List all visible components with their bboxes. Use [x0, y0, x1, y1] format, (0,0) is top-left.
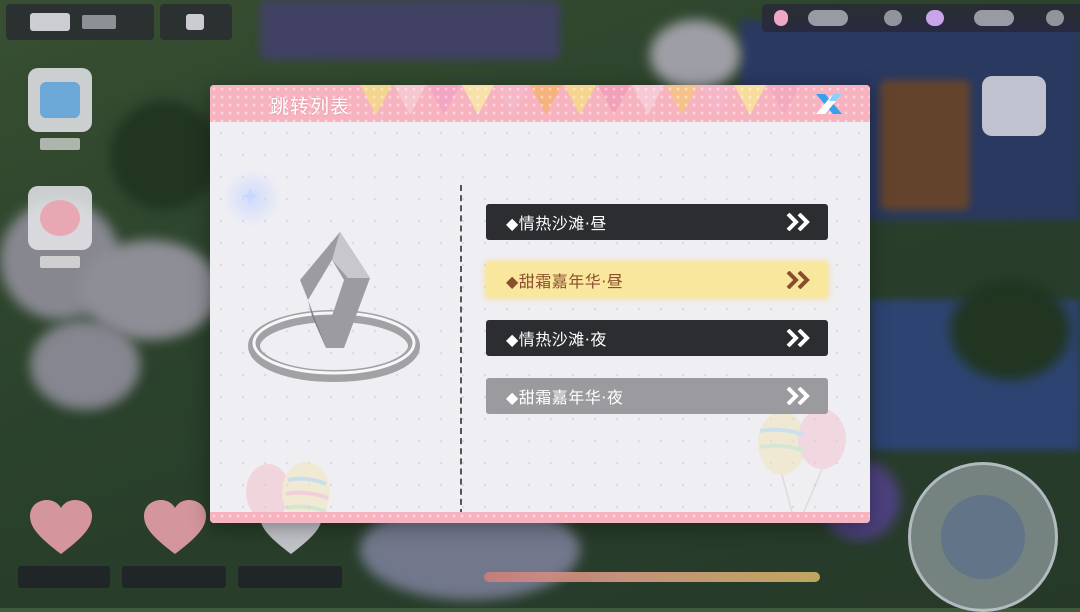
dashed-divider [460, 185, 462, 515]
destination-button-carnival-day[interactable]: ◆甜霜嘉年华·昼 [486, 262, 828, 298]
currency-bar [762, 4, 1080, 32]
teleport-marker-icon [248, 232, 420, 382]
top-left-hud [6, 4, 154, 40]
double-chevron-right-icon [786, 378, 812, 414]
double-chevron-right-icon [786, 320, 812, 356]
jump-list-dialog: 跳转列表 ◆情热沙滩·昼 ◆甜霜嘉年华·昼 ◆情热沙滩·夜 ◆甜霜嘉年华·夜 [210, 85, 870, 523]
event-icon [28, 186, 92, 250]
double-chevron-right-icon [786, 262, 812, 298]
close-button[interactable] [812, 91, 846, 117]
dialog-header: 跳转列表 [210, 85, 870, 122]
skill-heart-button [138, 500, 212, 566]
destination-button-beach-night[interactable]: ◆情热沙滩·夜 [486, 320, 828, 356]
dialog-title: 跳转列表 [270, 96, 351, 118]
dialog-footer [210, 512, 870, 523]
destination-label: ◆甜霜嘉年华·夜 [506, 388, 624, 407]
destination-label: ◆情热沙滩·昼 [506, 214, 607, 233]
side-menu-item [28, 186, 92, 268]
top-menu-button [160, 4, 232, 40]
sparkle-icon [242, 188, 258, 204]
destination-list: ◆情热沙滩·昼 ◆甜霜嘉年华·昼 ◆情热沙滩·夜 ◆甜霜嘉年华·夜 [486, 204, 828, 436]
currency-icon [774, 10, 788, 26]
side-menu-item [28, 68, 92, 150]
dialog-body: ◆情热沙滩·昼 ◆甜霜嘉年华·昼 ◆情热沙滩·夜 ◆甜霜嘉年华·夜 [210, 122, 870, 523]
currency-icon [926, 10, 944, 26]
destination-button-beach-day[interactable]: ◆情热沙滩·昼 [486, 204, 828, 240]
close-x-icon [816, 94, 842, 114]
destination-label: ◆甜霜嘉年华·昼 [506, 272, 624, 291]
hp-bar [484, 572, 820, 582]
destination-button-carnival-night[interactable]: ◆甜霜嘉年华·夜 [486, 378, 828, 414]
gift-icon [28, 68, 92, 132]
skill-heart-button [24, 500, 98, 566]
game-logo-icon [30, 13, 70, 31]
double-chevron-right-icon [786, 204, 812, 240]
destination-label: ◆情热沙滩·夜 [506, 330, 607, 349]
virtual-joystick [908, 462, 1058, 612]
star-wand-icon [982, 76, 1046, 136]
